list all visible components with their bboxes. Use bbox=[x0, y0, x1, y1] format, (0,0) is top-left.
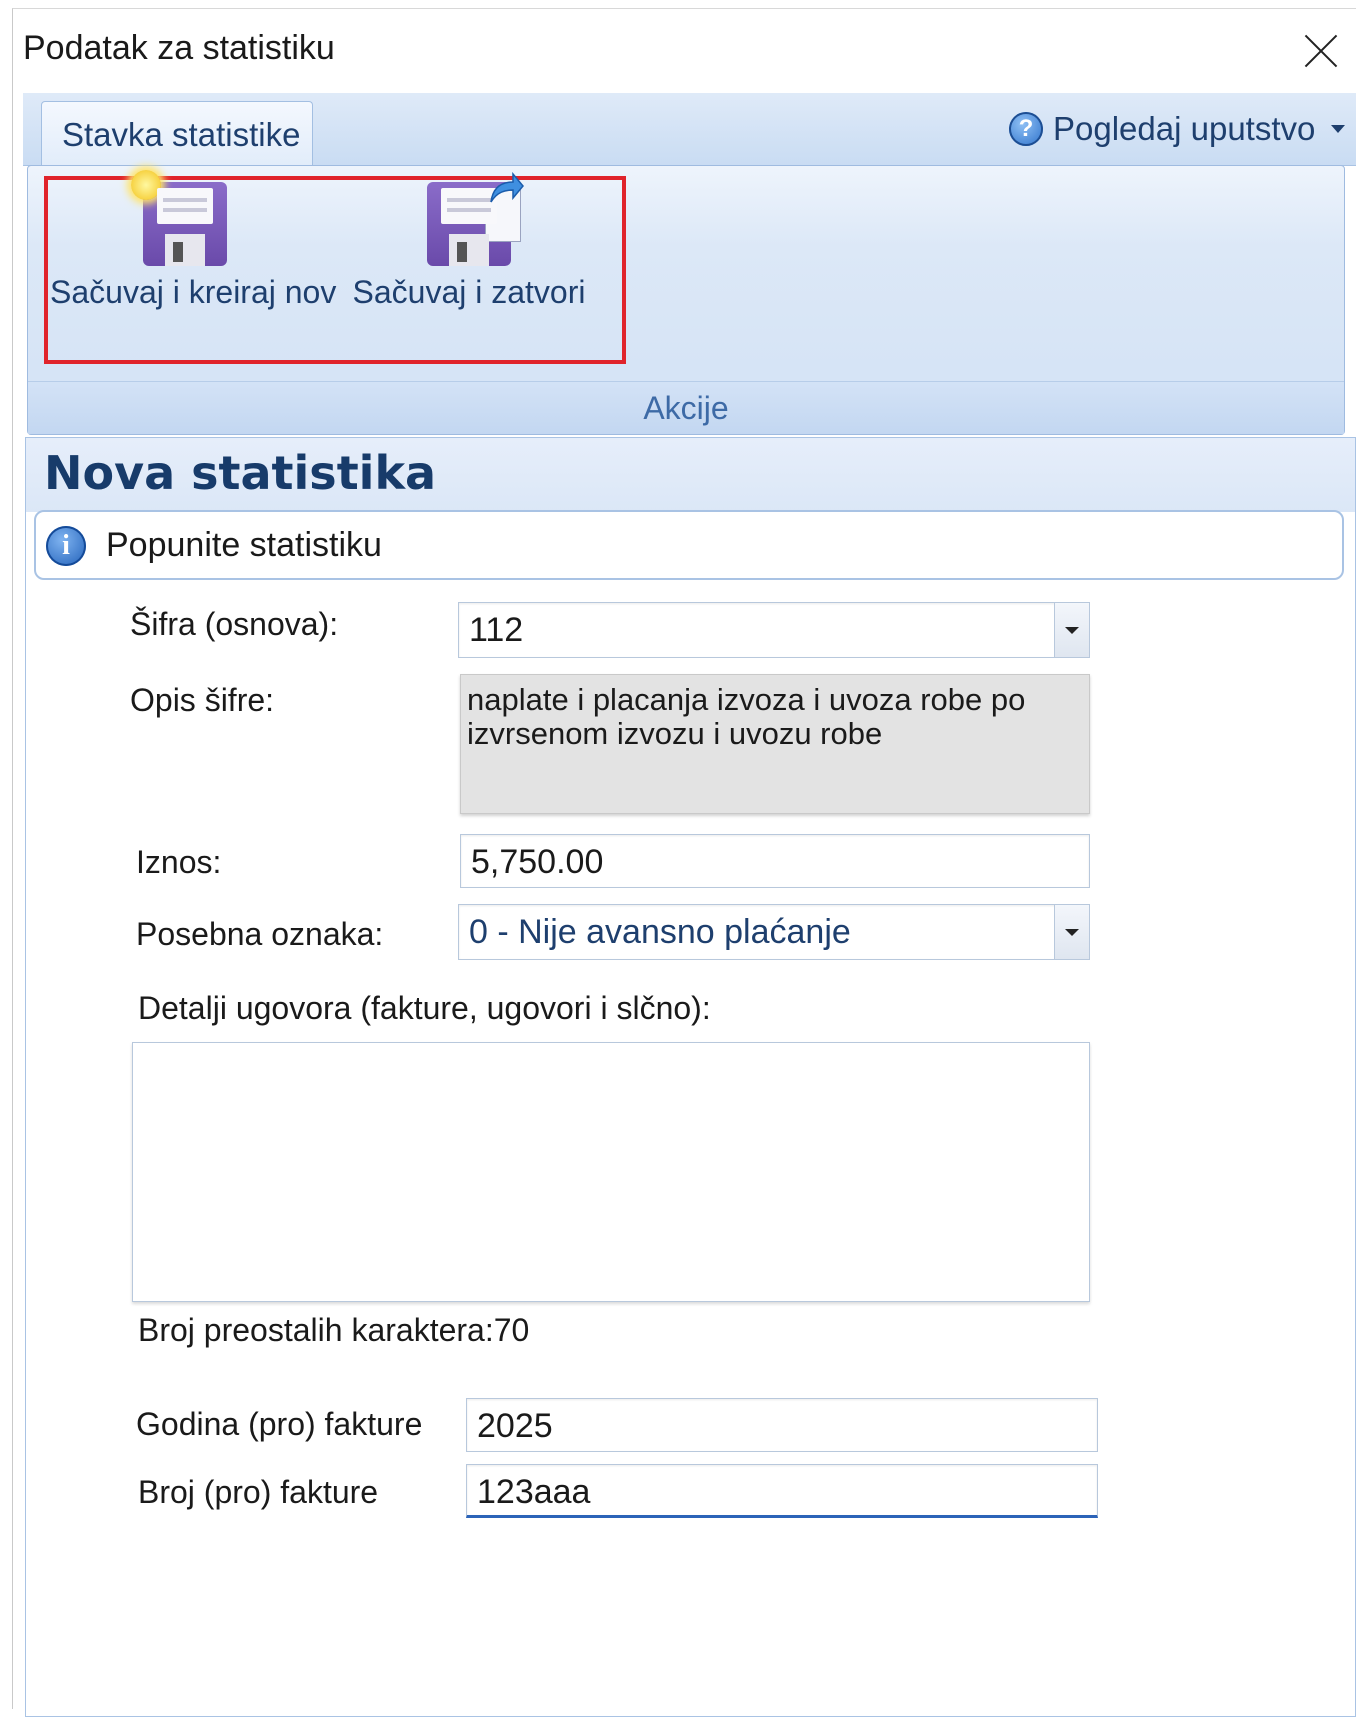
help-label: Pogledaj uputstvo bbox=[1053, 110, 1316, 147]
chevron-down-icon bbox=[1331, 125, 1346, 133]
ribbon-tab-strip: Stavka statistike ? Pogledaj uputstvo bbox=[23, 93, 1356, 167]
info-bar: i Popunite statistiku bbox=[34, 510, 1344, 580]
iznos-input[interactable]: 5,750.00 bbox=[460, 834, 1090, 888]
sifra-label: Šifra (osnova): bbox=[130, 606, 339, 642]
opis-field: naplate i placanja izvoza i uvoza robe p… bbox=[460, 674, 1090, 814]
help-icon: ? bbox=[1009, 112, 1043, 146]
save-and-new-label: Sačuvaj i kreiraj nov bbox=[50, 274, 337, 310]
oznaka-value: 0 - Nije avansno plaćanje bbox=[469, 913, 851, 951]
dialog-window: Podatak za statistiku Stavka statistike … bbox=[12, 8, 1356, 1717]
page-title: Nova statistika bbox=[44, 446, 437, 500]
detalji-textarea[interactable] bbox=[132, 1042, 1090, 1302]
broj-input[interactable]: 123aaa bbox=[466, 1464, 1098, 1518]
title-bar: Podatak za statistiku bbox=[13, 9, 1356, 97]
close-icon[interactable] bbox=[1301, 31, 1341, 71]
help-button[interactable]: ? Pogledaj uputstvo bbox=[1009, 107, 1346, 151]
sifra-value: 112 bbox=[469, 611, 524, 649]
save-and-close-button[interactable]: Sačuvaj i zatvori bbox=[334, 172, 604, 311]
ribbon-panel: Sačuvaj i kreiraj nov Sačuvaj i zatvori … bbox=[27, 165, 1345, 435]
window-title: Podatak za statistiku bbox=[23, 29, 335, 67]
oznaka-combobox[interactable]: 0 - Nije avansno plaćanje bbox=[458, 904, 1090, 960]
info-icon: i bbox=[46, 526, 86, 566]
remaining-count: 70 bbox=[493, 1312, 530, 1348]
opis-label: Opis šifre: bbox=[130, 682, 275, 718]
remaining-characters: Broj preostalih karaktera:70 bbox=[138, 1312, 529, 1349]
save-close-icon bbox=[427, 172, 524, 266]
form-header: Nova statistika bbox=[26, 438, 1355, 512]
ribbon-group-footer: Akcije bbox=[28, 381, 1344, 434]
iznos-label: Iznos: bbox=[136, 844, 222, 880]
ribbon-group-label: Akcije bbox=[643, 390, 729, 426]
detalji-label: Detalji ugovora (fakture, ugovori i slčn… bbox=[138, 990, 711, 1026]
form-content: Nova statistika i Popunite statistiku Ši… bbox=[25, 437, 1356, 1717]
chevron-down-icon[interactable] bbox=[1054, 905, 1089, 959]
remaining-label: Broj preostalih karaktera: bbox=[138, 1312, 494, 1348]
godina-label: Godina (pro) fakture bbox=[136, 1406, 423, 1442]
oznaka-label: Posebna oznaka: bbox=[136, 916, 384, 952]
save-and-close-label: Sačuvaj i zatvori bbox=[352, 274, 586, 310]
sifra-combobox[interactable]: 112 bbox=[458, 602, 1090, 658]
info-text: Popunite statistiku bbox=[106, 526, 382, 564]
godina-input[interactable]: 2025 bbox=[466, 1398, 1098, 1452]
save-and-new-button[interactable]: Sačuvaj i kreiraj nov bbox=[50, 170, 337, 311]
tab-stavka-statistike[interactable]: Stavka statistike bbox=[41, 101, 313, 167]
chevron-down-icon[interactable] bbox=[1054, 603, 1089, 657]
save-new-icon bbox=[131, 170, 227, 266]
broj-label: Broj (pro) fakture bbox=[138, 1474, 379, 1510]
